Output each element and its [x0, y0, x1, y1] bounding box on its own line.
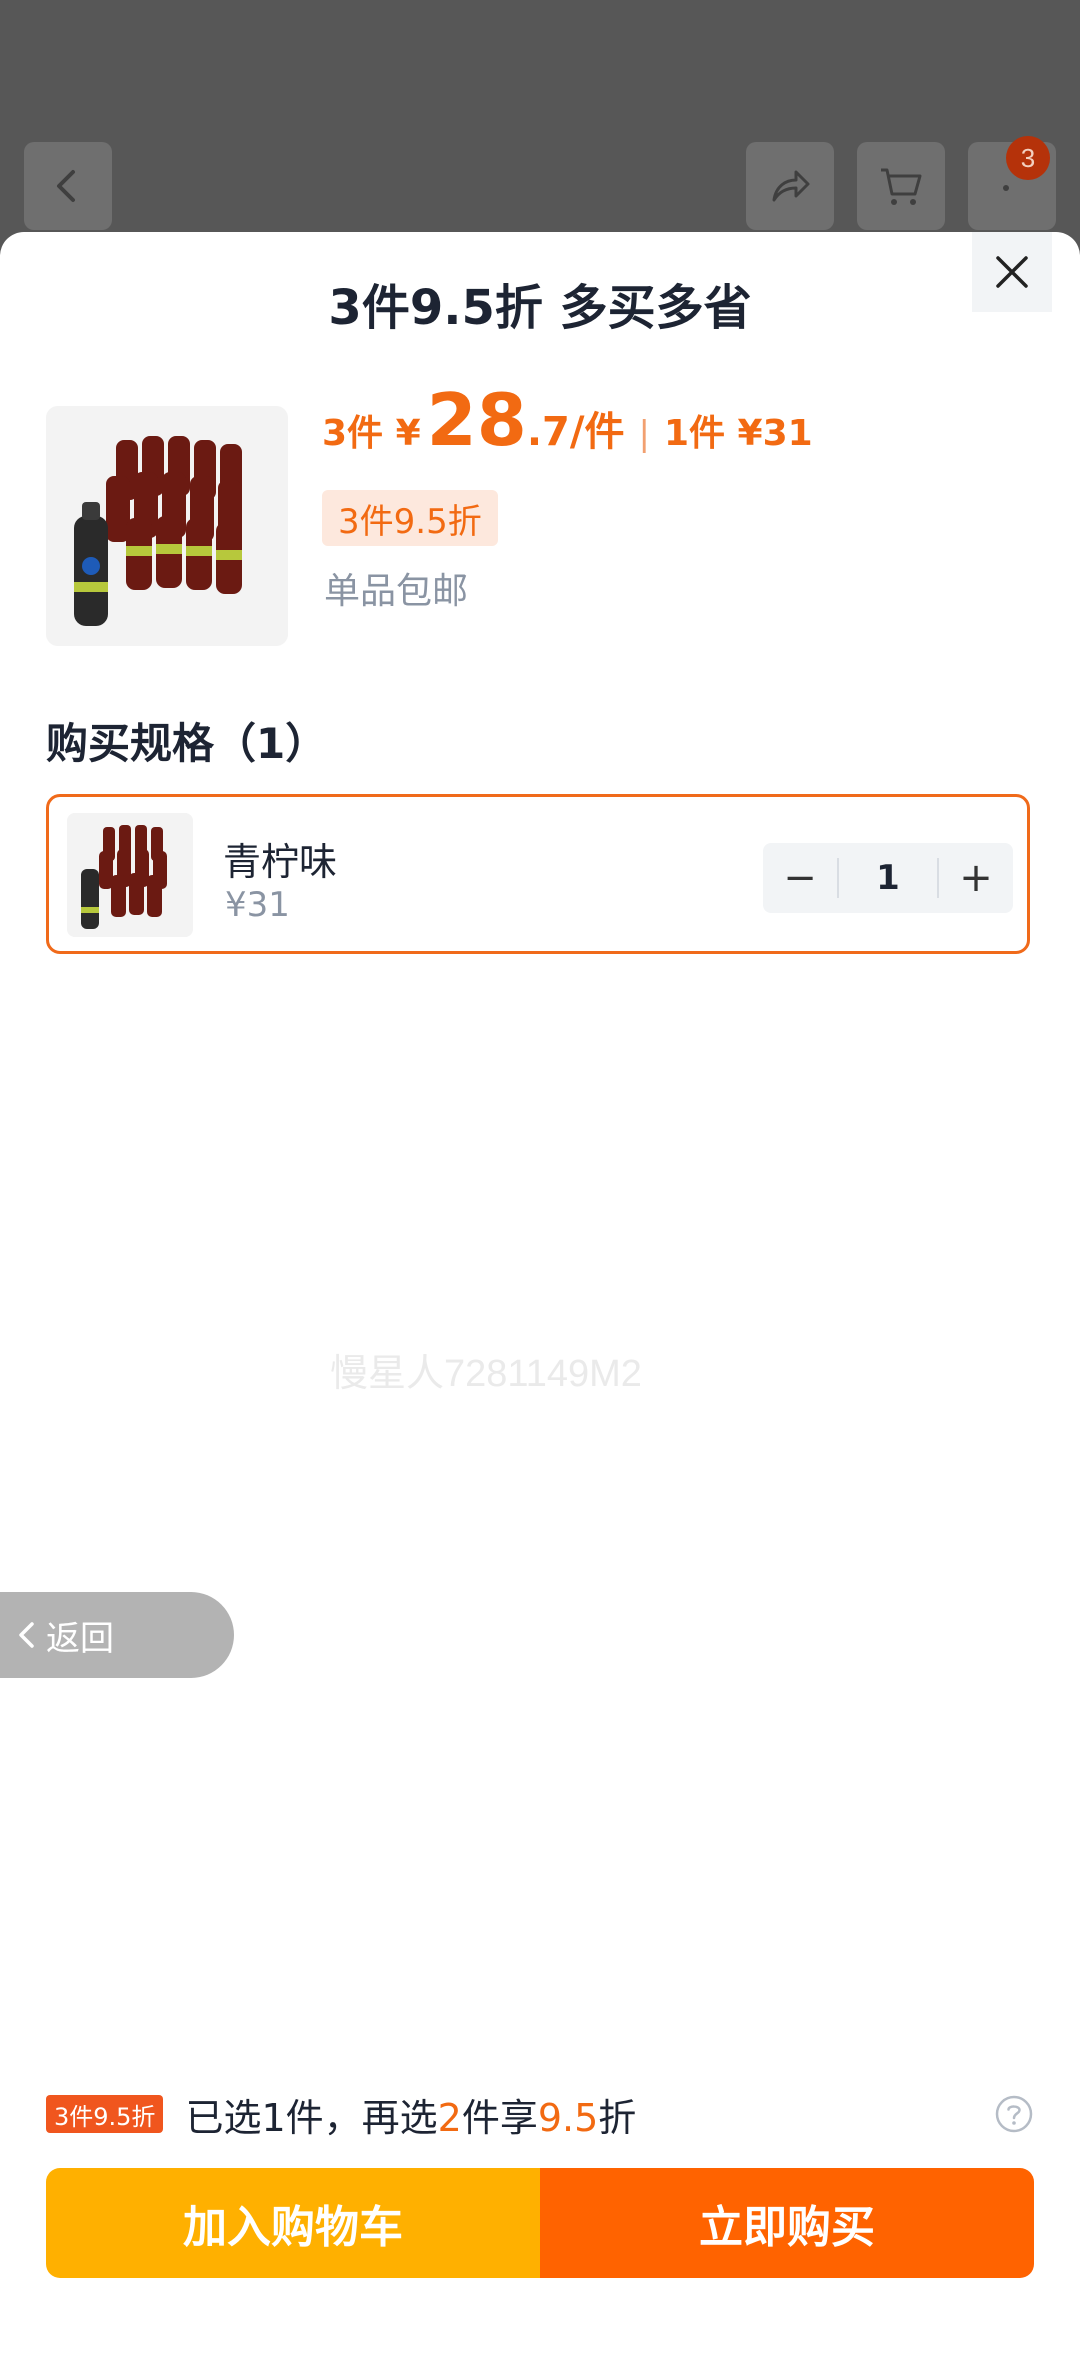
- back-icon: [57, 170, 75, 202]
- spec-thumbnail: [67, 813, 193, 937]
- multi-price-int: 28: [426, 378, 527, 462]
- summary-text-a: 已选1件，再选: [185, 2095, 438, 2140]
- price-divider: |: [638, 414, 650, 454]
- shipping-label: 单品包邮: [324, 571, 469, 612]
- spec-option-card[interactable]: 青柠味 ¥31 − 1 +: [46, 794, 1030, 954]
- spec-bottles-image: [67, 813, 193, 937]
- discount-tag: 3件9.5折: [322, 490, 498, 546]
- watermark-text: 慢星人7281149M2: [330, 1353, 642, 1395]
- summary-text: 已选1件，再选2件享9.5折: [185, 2087, 636, 2142]
- spec-price: ¥31: [225, 885, 290, 925]
- buy-now-button[interactable]: 立即购买: [540, 2168, 1034, 2278]
- cart-button[interactable]: [857, 142, 945, 230]
- share-icon: [772, 170, 810, 202]
- close-icon: [996, 256, 1028, 288]
- multi-price-prefix: 3件 ¥: [322, 413, 421, 454]
- action-buttons: 加入购物车 立即购买: [46, 2168, 1034, 2278]
- cola-bottles-image: [46, 406, 288, 646]
- summary-text-b: 件享: [461, 2095, 538, 2140]
- product-image[interactable]: [46, 406, 288, 646]
- quantity-value[interactable]: 1: [839, 858, 937, 898]
- more-button[interactable]: 3: [968, 136, 1056, 230]
- decrease-button[interactable]: −: [763, 843, 837, 913]
- increase-button[interactable]: +: [939, 843, 1013, 913]
- summary-discount-tag: 3件9.5折: [46, 2095, 164, 2133]
- chevron-left-icon: [19, 1622, 34, 1648]
- sheet-title: 3件9.5折 多买多省: [328, 280, 752, 336]
- floating-back-button[interactable]: 返回: [0, 1592, 234, 1678]
- help-icon[interactable]: [994, 2094, 1034, 2134]
- cart-icon: [881, 168, 922, 205]
- summary-remaining-count: 2: [437, 2095, 462, 2140]
- single-price: 1件 ¥31: [663, 413, 813, 454]
- purchase-sheet: 3件9.5折 多买多省 3件 ¥ 28 .7/件 | 1件 ¥31 3件9.5折…: [0, 232, 1080, 2376]
- back-button[interactable]: [24, 142, 112, 230]
- spec-name: 青柠味: [223, 840, 338, 884]
- spec-section-title: 购买规格（1）: [46, 719, 328, 768]
- close-button[interactable]: [972, 232, 1052, 312]
- multi-price-dec: .7/件: [526, 409, 625, 455]
- summary-text-c: 折: [598, 2095, 637, 2140]
- summary-discount-rate: 9.5: [537, 2095, 599, 2140]
- cart-count-badge: 3: [1006, 136, 1050, 180]
- quantity-stepper: − 1 +: [763, 843, 1013, 913]
- floating-back-label: 返回: [46, 1618, 114, 1659]
- share-button[interactable]: [746, 142, 834, 230]
- selection-summary: 3件9.5折 已选1件，再选2件享9.5折: [46, 2092, 1034, 2140]
- add-to-cart-button[interactable]: 加入购物车: [46, 2168, 540, 2278]
- price-line: 3件 ¥ 28 .7/件 | 1件 ¥31: [322, 378, 813, 478]
